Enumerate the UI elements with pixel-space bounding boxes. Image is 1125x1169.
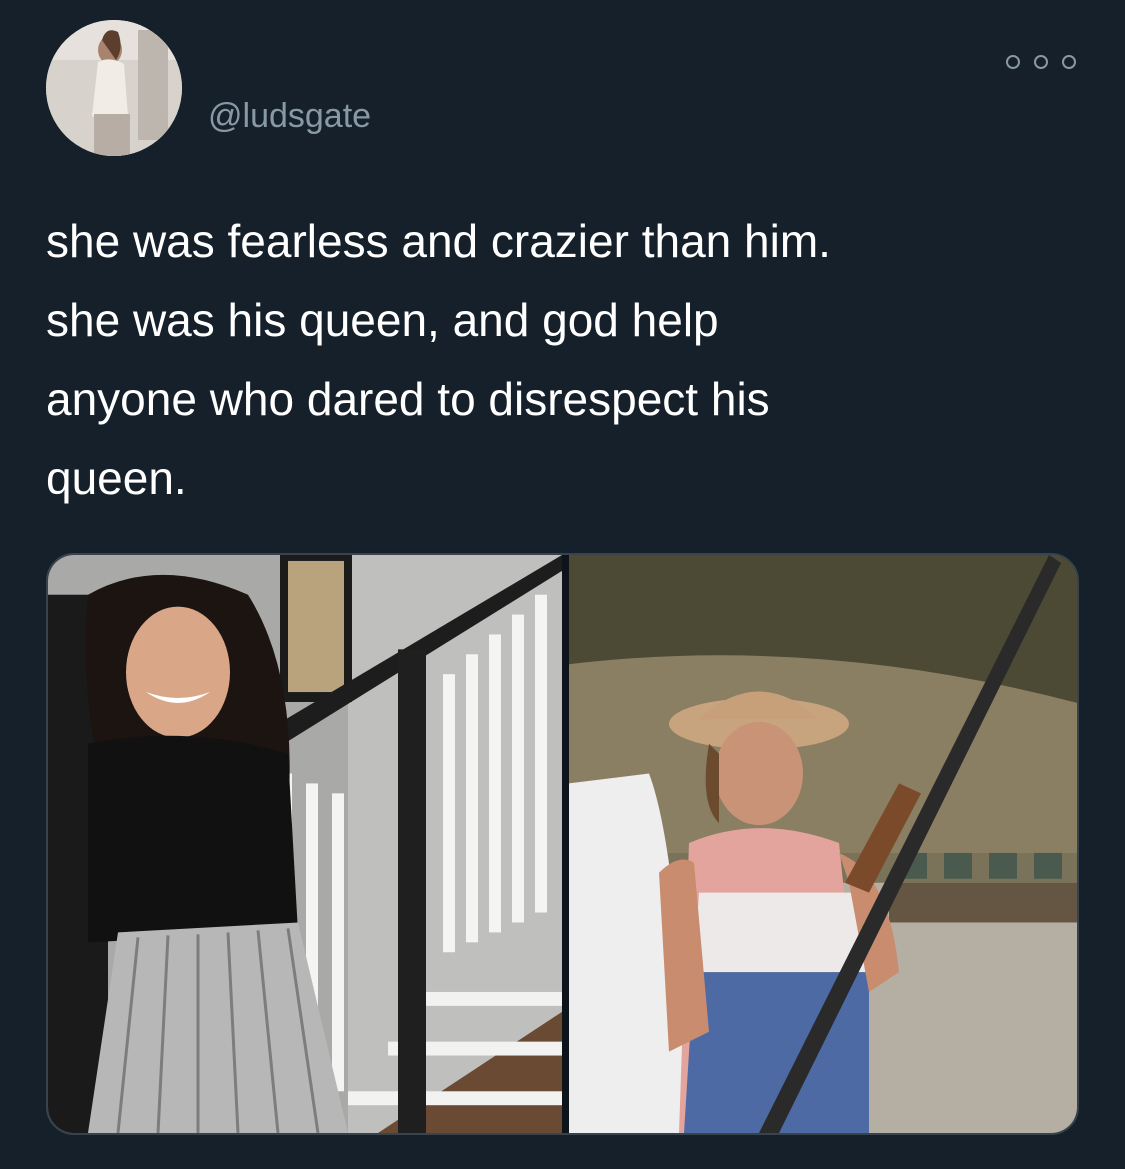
tweet-text: she was fearless and crazier than him. s… [46, 215, 831, 504]
photo-woman-smiling-staircase[interactable] [48, 555, 562, 1133]
photo-right-image [569, 555, 1077, 1133]
photo-left-image [48, 555, 562, 1133]
avatar[interactable] [46, 20, 182, 156]
more-dot [1062, 55, 1076, 69]
more-dot [1006, 55, 1020, 69]
tweet-media[interactable] [46, 553, 1079, 1135]
user-handle[interactable]: @ludsgate [208, 96, 371, 136]
avatar-image [46, 20, 182, 156]
photo-young-man-cowboy-hat-shotgun[interactable] [569, 555, 1077, 1133]
more-dot [1034, 55, 1048, 69]
more-horizontal-icon[interactable] [1006, 49, 1076, 75]
tweet: @ludsgate she was fearless and crazier t… [0, 0, 1125, 1169]
